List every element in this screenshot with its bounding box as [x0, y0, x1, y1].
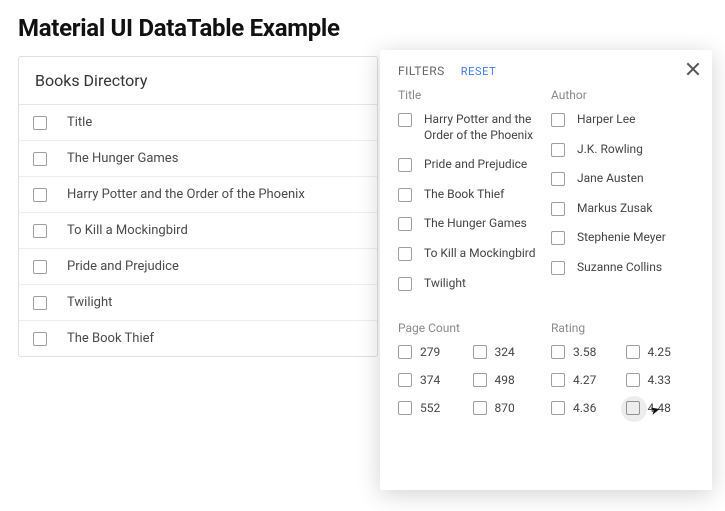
row-checkbox[interactable]: [33, 224, 47, 238]
page-title: Material UI DataTable Example: [0, 0, 725, 50]
filters-title: FILTERS: [398, 64, 445, 78]
table-header-row: Title: [19, 105, 377, 141]
filter-option[interactable]: Harper Lee: [551, 112, 694, 128]
filter-section-label: Page Count: [398, 321, 541, 335]
table-row[interactable]: Harry Potter and the Order of the Phoeni…: [19, 177, 377, 213]
filter-option-label: The Hunger Games: [424, 216, 541, 232]
row-title: Pride and Prejudice: [67, 259, 179, 274]
hover-ripple: [621, 396, 647, 422]
filter-option-label: 4.36: [571, 401, 620, 415]
filter-option-label: Stephenie Meyer: [577, 230, 694, 246]
filter-section-label: Rating: [551, 321, 694, 335]
filter-section-title: Title Harry Potter and the Order of the …: [398, 88, 541, 305]
row-title: The Hunger Games: [67, 151, 178, 166]
filter-checkbox[interactable]: [473, 345, 487, 359]
filter-checkbox[interactable]: [398, 247, 412, 261]
filter-checkbox[interactable]: [473, 401, 487, 415]
filters-header: FILTERS RESET: [398, 64, 694, 78]
filter-option-label: 374: [418, 373, 467, 387]
filter-checkbox[interactable]: [551, 231, 565, 245]
filter-option[interactable]: Stephenie Meyer: [551, 230, 694, 246]
row-title: Twilight: [67, 295, 112, 310]
filter-option[interactable]: Suzanne Collins: [551, 260, 694, 276]
filter-option-label: Jane Austen: [577, 171, 694, 187]
filter-option-label: 279: [418, 345, 467, 359]
table-row[interactable]: Twilight: [19, 285, 377, 321]
filter-checkbox[interactable]: [626, 373, 640, 387]
filter-checkbox[interactable]: [398, 217, 412, 231]
filter-checkbox[interactable]: [398, 188, 412, 202]
table-row[interactable]: Pride and Prejudice: [19, 249, 377, 285]
table-row[interactable]: The Book Thief: [19, 321, 377, 356]
filter-option-label: 4.25: [646, 345, 695, 359]
filter-checkbox[interactable]: [398, 113, 412, 127]
filter-numeric-sections: Page Count 279 324 374 498 552 870 Ratin…: [398, 321, 694, 415]
close-icon[interactable]: [684, 60, 702, 78]
filter-option[interactable]: Markus Zusak: [551, 201, 694, 217]
filter-checkbox[interactable]: [551, 373, 565, 387]
filter-option-label: 3.58: [571, 345, 620, 359]
row-title: To Kill a Mockingbird: [67, 223, 188, 238]
filter-option-label: Twilight: [424, 276, 541, 292]
filter-checkbox[interactable]: [551, 345, 565, 359]
books-table-card: Books Directory Title The Hunger Games H…: [18, 56, 378, 357]
table-header: Books Directory: [19, 57, 377, 105]
filter-checkbox[interactable]: [473, 373, 487, 387]
filter-option[interactable]: To Kill a Mockingbird: [398, 246, 541, 262]
filter-option[interactable]: Pride and Prejudice: [398, 157, 541, 173]
filter-option[interactable]: The Hunger Games: [398, 216, 541, 232]
filter-option-label: Suzanne Collins: [577, 260, 694, 276]
filter-checkbox[interactable]: [551, 202, 565, 216]
filter-checkbox[interactable]: [398, 401, 412, 415]
filter-option[interactable]: Twilight: [398, 276, 541, 292]
filter-section-label: Author: [551, 88, 694, 102]
filter-checkbox[interactable]: [551, 172, 565, 186]
column-title: Title: [67, 115, 92, 130]
row-checkbox[interactable]: [33, 296, 47, 310]
filter-checkbox[interactable]: [398, 277, 412, 291]
filter-checkbox[interactable]: [551, 143, 565, 157]
filter-option-label: 324: [493, 345, 542, 359]
filter-option-label: 498: [493, 373, 542, 387]
filter-option-label: Markus Zusak: [577, 201, 694, 217]
filter-option-label: Harry Potter and the Order of the Phoeni…: [424, 112, 541, 143]
row-checkbox[interactable]: [33, 332, 47, 346]
select-all-checkbox[interactable]: [33, 116, 47, 130]
filter-section-label: Title: [398, 88, 541, 102]
filter-checkbox[interactable]: [398, 345, 412, 359]
row-checkbox[interactable]: [33, 188, 47, 202]
filter-section-author: Author Harper Lee J.K. Rowling Jane Aust…: [551, 88, 694, 305]
filter-section-rating: Rating 3.58 4.25 4.27 4.33 4.36 4.48 ➤: [551, 321, 694, 415]
filter-option-label: To Kill a Mockingbird: [424, 246, 541, 262]
row-checkbox[interactable]: [33, 152, 47, 166]
filter-checkbox[interactable]: [398, 158, 412, 172]
filter-checkbox[interactable]: [398, 373, 412, 387]
filter-option[interactable]: Jane Austen: [551, 171, 694, 187]
reset-button[interactable]: RESET: [461, 65, 496, 78]
filter-string-sections: Title Harry Potter and the Order of the …: [398, 88, 694, 305]
row-title: The Book Thief: [67, 331, 154, 346]
row-title: Harry Potter and the Order of the Phoeni…: [67, 187, 305, 202]
row-checkbox[interactable]: [33, 260, 47, 274]
filter-option[interactable]: The Book Thief: [398, 187, 541, 203]
filter-option-label: 4.33: [646, 373, 695, 387]
filters-panel: FILTERS RESET Title Harry Potter and the…: [380, 50, 712, 490]
filter-option-label: J.K. Rowling: [577, 142, 694, 158]
filter-option[interactable]: J.K. Rowling: [551, 142, 694, 158]
filter-option-label: Harper Lee: [577, 112, 694, 128]
filter-section-page-count: Page Count 279 324 374 498 552 870: [398, 321, 541, 415]
filter-checkbox[interactable]: [626, 401, 640, 415]
filter-option-label: 4.27: [571, 373, 620, 387]
filter-option-label: 552: [418, 401, 467, 415]
filter-option-label: 870: [493, 401, 542, 415]
filter-checkbox[interactable]: [551, 401, 565, 415]
filter-option-label: Pride and Prejudice: [424, 157, 541, 173]
filter-option[interactable]: Harry Potter and the Order of the Phoeni…: [398, 112, 541, 143]
filter-checkbox[interactable]: [551, 261, 565, 275]
filter-checkbox[interactable]: [551, 113, 565, 127]
table-row[interactable]: The Hunger Games: [19, 141, 377, 177]
filter-option-label: The Book Thief: [424, 187, 541, 203]
filter-checkbox[interactable]: [626, 345, 640, 359]
table-row[interactable]: To Kill a Mockingbird: [19, 213, 377, 249]
